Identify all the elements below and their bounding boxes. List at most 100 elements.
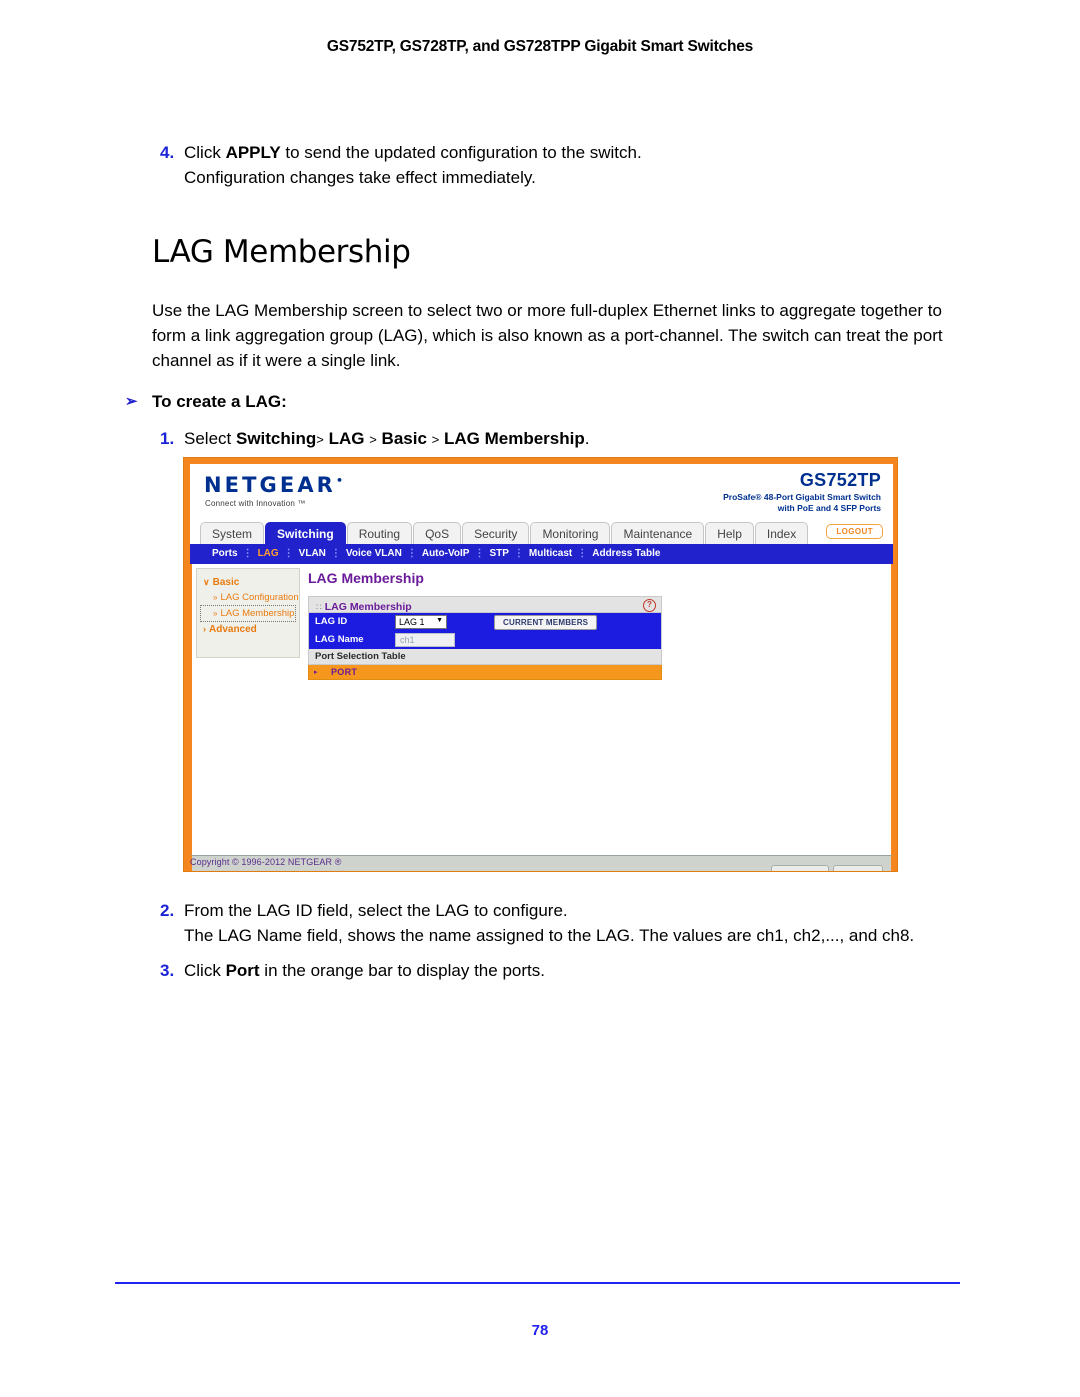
model-desc-line1: ProSafe® 48-Port Gigabit Smart Switch <box>723 492 881 502</box>
subnav-item-multicast[interactable]: Multicast <box>529 548 572 559</box>
subnav-item-address-table[interactable]: Address Table <box>592 548 660 559</box>
tab-security[interactable]: Security <box>462 522 530 544</box>
lag-id-label: LAG ID <box>315 616 348 627</box>
switch-model-name: GS752TP <box>799 470 881 490</box>
step-number: 2. <box>160 901 175 920</box>
intro-paragraph: Use the LAG Membership screen to select … <box>152 301 943 370</box>
procedure-heading: ➢ To create a LAG: <box>125 389 972 414</box>
subnav-item-lag[interactable]: LAG <box>258 548 279 559</box>
subnav-item-auto-voip[interactable]: Auto-VoIP <box>422 548 470 559</box>
sidebar-item-lag-membership-label: LAG Membership <box>220 608 295 619</box>
lag-id-row: LAG ID LAG 1 ▼ CURRENT MEMBERS <box>308 613 662 631</box>
netgear-ui-screenshot-figure: NETGEAR• Connect with Innovation ™ GS752… <box>183 457 898 872</box>
sidebar-item-lag-membership[interactable]: » LAG Membership <box>200 605 296 622</box>
ui-copyright: Copyright © 1996-2012 NETGEAR ® <box>190 857 342 867</box>
form-box-header: ∷ LAG Membership ? <box>308 596 662 613</box>
step3-suffix: in the orange bar to display the ports. <box>259 961 545 980</box>
tab-monitoring[interactable]: Monitoring <box>530 522 611 544</box>
subnav-separator: ⋮ <box>242 548 253 559</box>
ui-sidebar: ∨ Basic » LAG Configuration » LAG Membershi… <box>196 568 300 658</box>
tab-system[interactable]: System <box>200 522 265 544</box>
footer-divider <box>115 1282 960 1284</box>
logout-button[interactable]: LOGOUT <box>826 524 883 539</box>
help-icon[interactable]: ? <box>643 599 656 612</box>
arrow-bullet-icon: ➢ <box>125 393 138 410</box>
list-item-step-4: 4. Click APPLY to send the updated confi… <box>152 140 972 190</box>
page-number: 78 <box>531 1322 549 1339</box>
step1-prefix: Select <box>184 429 236 448</box>
document-content: 4. Click APPLY to send the updated confi… <box>125 140 972 487</box>
procedure-heading-label: To create a LAG: <box>152 392 287 411</box>
chevron-down-icon: ▼ <box>436 617 443 624</box>
ui-body-area: ∨ Basic » LAG Configuration » LAG Membershi… <box>190 564 893 855</box>
subnav-item-voice-vlan[interactable]: Voice VLAN <box>346 548 402 559</box>
subnav-item-vlan[interactable]: VLAN <box>299 548 326 559</box>
subnav-item-stp[interactable]: STP <box>489 548 508 559</box>
breadcrumb-lag-membership: LAG Membership <box>443 429 585 448</box>
step3-prefix: Click <box>184 961 226 980</box>
chevron-right-icon: ▸ <box>314 669 318 676</box>
sidebar-group-advanced-label: Advanced <box>209 624 257 635</box>
lag-name-label: LAG Name <box>315 634 364 645</box>
tab-index[interactable]: Index <box>754 522 809 544</box>
step-text: From the LAG ID field, select the LAG to… <box>184 898 972 948</box>
step3-bold-port: Port <box>225 961 260 980</box>
lag-id-select[interactable]: LAG 1 ▼ <box>395 615 447 629</box>
subnav-separator: ⋮ <box>330 548 341 559</box>
ui-main-panel: LAG Membership ∷ LAG Membership ? LAG ID … <box>308 570 874 680</box>
switch-model-description: ProSafe® 48-Port Gigabit Smart Switch wi… <box>581 492 881 514</box>
step-number: 4. <box>160 143 175 162</box>
subnav-separator: ⋮ <box>283 548 294 559</box>
step4-suffix: to send the updated configuration to the… <box>280 143 642 162</box>
breadcrumb-switching: Switching <box>235 429 317 448</box>
port-expander-label: PORT <box>331 667 358 677</box>
model-desc-line2: with PoE and 4 SFP Ports <box>777 503 881 513</box>
running-header: GS752TP, GS728TP, and GS728TPP Gigabit S… <box>326 38 754 55</box>
lag-name-row: LAG Name ch1 <box>308 631 662 649</box>
breadcrumb-separator: > <box>369 432 377 447</box>
ui-branding-bar: NETGEAR• Connect with Innovation ™ GS752… <box>190 464 893 522</box>
breadcrumb-basic: Basic <box>381 429 427 448</box>
tab-routing[interactable]: Routing <box>346 522 413 544</box>
step2-line1: From the LAG ID field, select the LAG to… <box>184 901 568 920</box>
trademark-icon: • <box>335 474 343 487</box>
sidebar-group-basic[interactable]: ∨ Basic <box>197 575 299 590</box>
step-number: 3. <box>160 961 175 980</box>
tab-maintenance[interactable]: Maintenance <box>611 522 705 544</box>
netgear-logo-text: NETGEAR <box>204 473 336 497</box>
page-title: LAG Membership <box>152 234 411 270</box>
subnav-separator: ⋮ <box>513 548 524 559</box>
port-selection-table-header: Port Selection Table <box>308 649 662 665</box>
subnav-item-ports[interactable]: Ports <box>212 548 238 559</box>
port-expander-bar[interactable]: ▸ PORT <box>308 665 662 680</box>
breadcrumb-separator: > <box>316 432 324 447</box>
sidebar-group-basic-label: Basic <box>212 577 240 588</box>
current-members-button[interactable]: CURRENT MEMBERS <box>494 615 598 630</box>
subnav-separator: ⋮ <box>577 548 588 559</box>
step-number: 1. <box>160 429 175 448</box>
apply-button[interactable]: APPLY <box>832 865 883 871</box>
tab-help[interactable]: Help <box>705 522 754 544</box>
document-content-lower: 2. From the LAG ID field, select the LAG… <box>152 898 972 983</box>
netgear-logo: NETGEAR• <box>204 473 343 497</box>
step4-prefix: Click <box>184 143 226 162</box>
step2-line2: The LAG Name field, shows the name assig… <box>184 926 915 945</box>
chevron-down-icon: ∨ <box>203 577 210 587</box>
tab-qos[interactable]: QoS <box>413 522 462 544</box>
subnav-separator: ⋮ <box>474 548 485 559</box>
step-text: Click Port in the orange bar to display … <box>184 958 972 983</box>
ui-window: NETGEAR• Connect with Innovation ™ GS752… <box>190 464 893 871</box>
cancel-button[interactable]: CANCEL <box>770 865 829 871</box>
sidebar-item-lag-configuration-label: LAG Configuration <box>220 592 299 603</box>
tab-switching[interactable]: Switching <box>265 522 346 544</box>
sidebar-item-lag-configuration[interactable]: » LAG Configuration <box>197 590 299 605</box>
grip-icon: ∷ <box>316 602 322 612</box>
lag-name-input[interactable]: ch1 <box>395 633 455 647</box>
subnav-separator: ⋮ <box>406 548 417 559</box>
step4-line2: Configuration changes take effect immedi… <box>184 168 536 187</box>
primary-tab-bar: System Switching Routing QoS Security Monitor… <box>190 522 893 544</box>
sidebar-group-advanced[interactable]: › Advanced <box>197 622 299 637</box>
panel-page-title: LAG Membership <box>308 570 424 586</box>
breadcrumb-lag: LAG <box>328 429 365 448</box>
step-text: Click APPLY to send the updated configur… <box>184 140 972 190</box>
